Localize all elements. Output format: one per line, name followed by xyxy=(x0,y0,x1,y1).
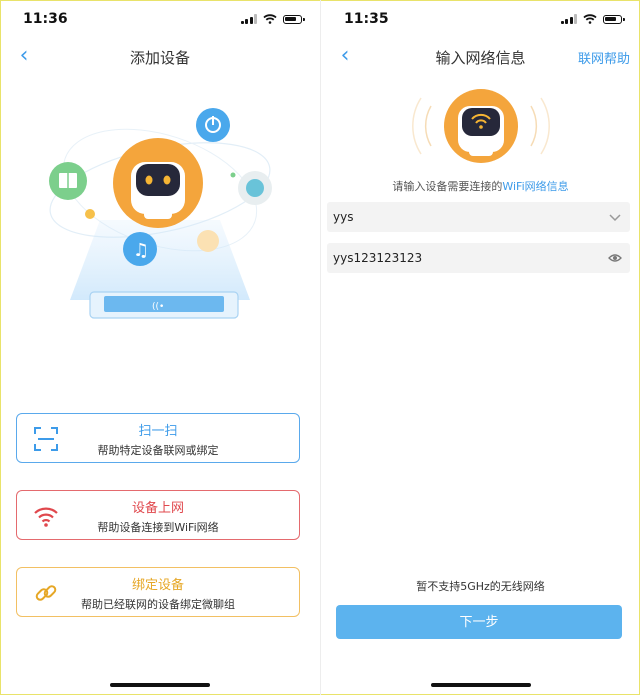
chevron-down-icon[interactable] xyxy=(608,210,622,224)
cellular-signal-icon xyxy=(240,14,257,24)
ssid-input[interactable] xyxy=(333,202,583,232)
wifi-ssid-field[interactable] xyxy=(327,202,630,232)
scan-subtitle: 帮助特定设备联网或绑定 xyxy=(97,444,219,457)
device-network-title: 设备上网 xyxy=(131,501,184,516)
battery-icon xyxy=(283,15,305,24)
bind-device-subtitle: 帮助已经联网的设备绑定微聊组 xyxy=(81,598,235,611)
prompt-text: 请输入设备需要连接的 xyxy=(392,180,503,193)
bind-device-card[interactable]: 绑定设备 帮助已经联网的设备绑定微聊组 xyxy=(16,567,300,617)
bind-device-title: 绑定设备 xyxy=(131,578,184,593)
wifi-status-icon xyxy=(583,14,597,24)
robot-wifi-illustration xyxy=(412,89,550,163)
cellular-signal-icon xyxy=(560,14,577,24)
svg-text:((•: ((• xyxy=(152,302,164,312)
home-indicator[interactable] xyxy=(430,683,531,687)
status-icons xyxy=(560,14,625,24)
robot-illustration: ((• ♫ xyxy=(49,108,272,319)
device-network-subtitle: 帮助设备连接到WiFi网络 xyxy=(97,521,219,534)
scan-card[interactable]: 扫一扫 帮助特定设备联网或绑定 xyxy=(16,413,300,463)
home-indicator[interactable] xyxy=(110,683,210,687)
status-time: 11:35 xyxy=(344,11,389,27)
password-input[interactable] xyxy=(333,243,583,273)
svg-text:♫: ♫ xyxy=(133,240,149,261)
battery-icon xyxy=(603,15,625,24)
wifi-status-icon xyxy=(263,14,277,24)
5ghz-notice: 暂不支持5GHz的无线网络 xyxy=(416,580,545,593)
wifi-password-field[interactable] xyxy=(327,243,630,273)
status-time: 11:36 xyxy=(23,11,68,27)
device-network-card[interactable]: 设备上网 帮助设备连接到WiFi网络 xyxy=(16,490,300,540)
prompt-highlight: WiFi网络信息 xyxy=(502,180,569,193)
scan-title: 扫一扫 xyxy=(138,424,178,439)
status-icons xyxy=(240,14,305,24)
next-button[interactable]: 下一步 xyxy=(336,605,622,639)
network-help-link[interactable]: 联网帮助 xyxy=(578,48,630,67)
network-prompt: 请输入设备需要连接的WiFi网络信息 xyxy=(321,178,640,194)
network-info-screen: 11:35 ‹ 输入网络信息 联网帮助 请输入设备需要连接的WiFi网络信息 y… xyxy=(321,0,640,695)
page-title: 添加设备 xyxy=(129,49,190,67)
eye-icon[interactable] xyxy=(608,251,622,265)
add-device-screen: 11:36 ‹ 添加设备 ((• ♫ 扫一扫 帮助特定设备联网或绑定 设备上网 … xyxy=(0,0,320,695)
